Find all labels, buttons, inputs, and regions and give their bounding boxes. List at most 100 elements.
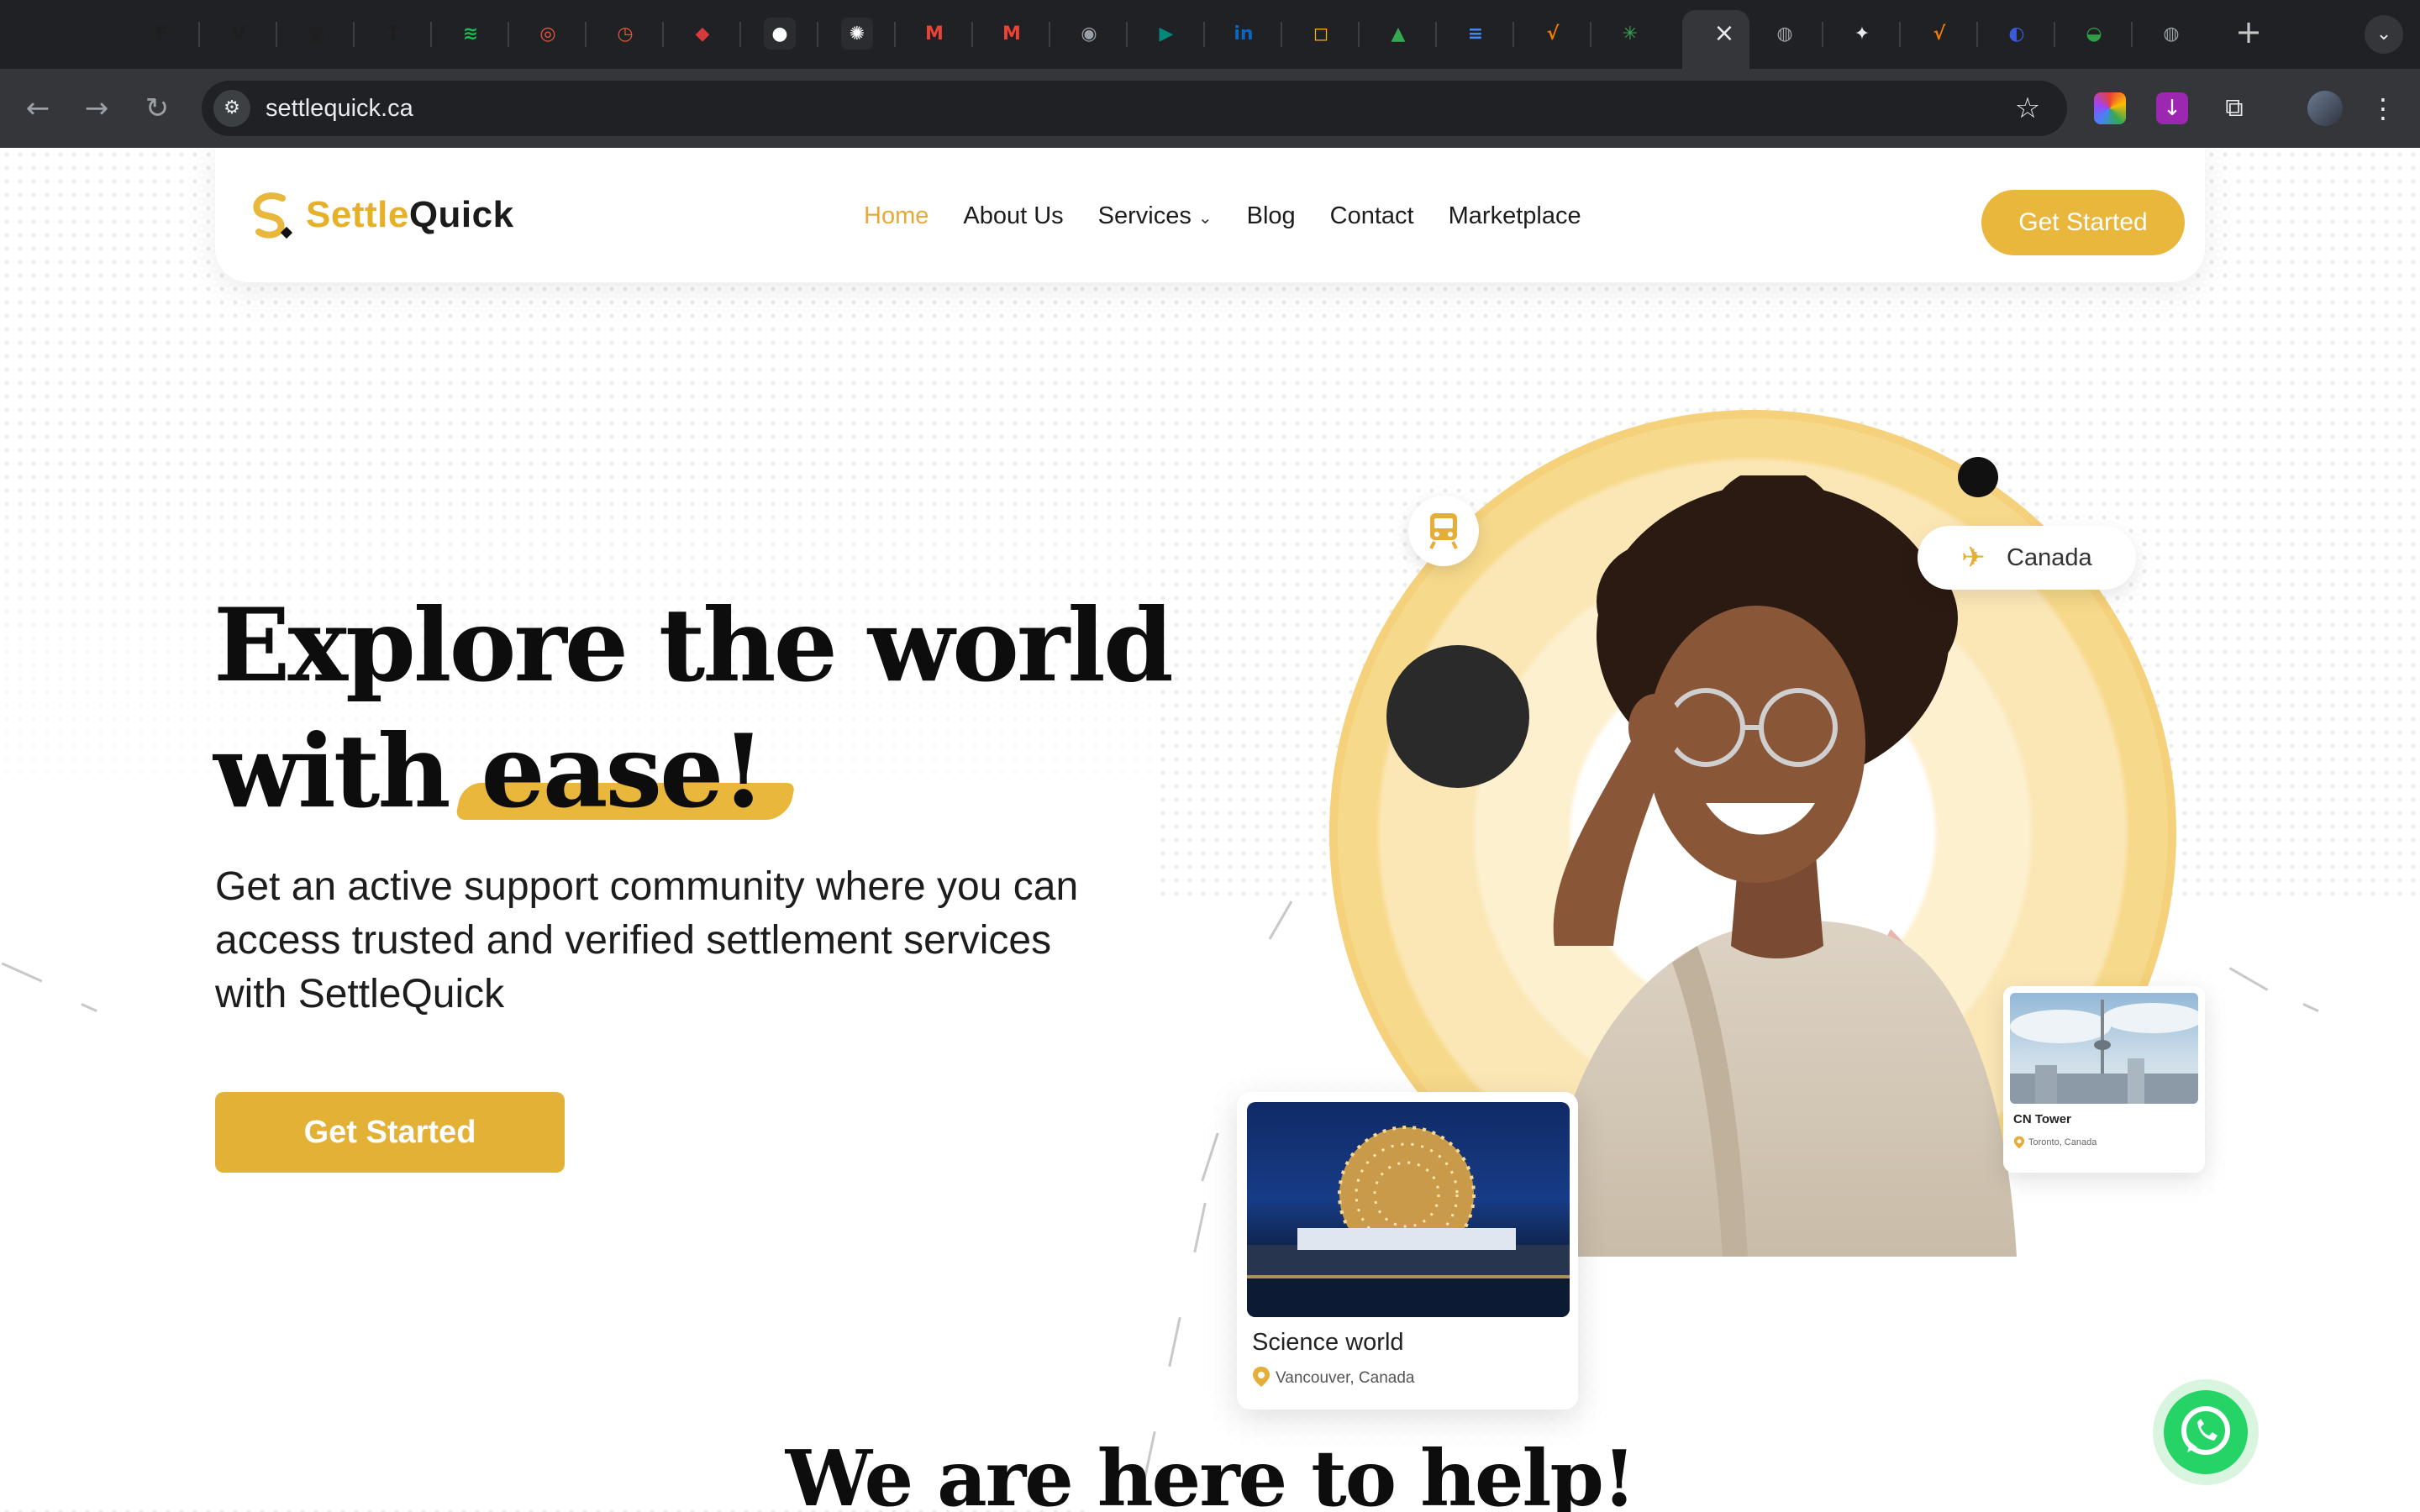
address-bar[interactable]: ⚙ settlequick.ca ☆ — [202, 81, 2067, 136]
tab-separator — [1822, 22, 1823, 47]
destination-label: Canada — [2007, 544, 2092, 571]
globe-icon[interactable]: ◍ — [1769, 18, 1801, 50]
shield-app-icon[interactable]: ◆ — [687, 18, 718, 50]
green-app-icon[interactable]: ◒ — [2078, 18, 2110, 50]
tab-separator — [1203, 22, 1205, 47]
google-meet-icon[interactable]: ▶ — [1150, 18, 1182, 50]
nav-services-label: Services — [1097, 202, 1192, 229]
cn-tower-title: CN Tower — [2013, 1112, 2071, 1126]
asterisk-icon[interactable]: ✳ — [1614, 18, 1646, 50]
science-world-location: Vancouver, Canada — [1276, 1369, 1415, 1387]
v-logo-icon[interactable]: √ — [1537, 18, 1569, 50]
tradingview-icon[interactable]: T — [377, 18, 409, 50]
vue-icon[interactable]: V — [223, 18, 255, 50]
airplane-icon: ✈ — [1961, 541, 1986, 575]
profile-avatar[interactable] — [2307, 91, 2343, 126]
settlequick-logo[interactable]: SettleQuick — [249, 188, 514, 242]
nav-blog[interactable]: Blog — [1247, 202, 1296, 230]
nav-services[interactable]: Services ⌄ — [1098, 202, 1213, 230]
science-world-image — [1247, 1102, 1570, 1317]
tab-separator — [198, 22, 200, 47]
back-icon[interactable]: ← — [17, 87, 59, 129]
chatgpt-icon[interactable]: ✺ — [841, 18, 873, 50]
tab-separator — [276, 22, 277, 47]
stopwatch-icon[interactable]: ◷ — [609, 18, 641, 50]
web-page: SettleQuick Home About Us Services ⌄ Blog… — [0, 148, 2420, 1512]
location-pin-icon — [1253, 1367, 1270, 1387]
tab-separator — [1126, 22, 1128, 47]
tab-separator — [2131, 22, 2133, 47]
download-extension-icon[interactable]: ↓ — [2156, 92, 2188, 124]
whatsapp-chat-button[interactable] — [2153, 1379, 2259, 1485]
tab-separator — [1590, 22, 1591, 47]
bookmark-star-icon[interactable]: ☆ — [2008, 89, 2047, 128]
hero-get-started-button[interactable]: Get Started — [215, 1092, 565, 1173]
destination-badge: ✈ Canada — [1918, 526, 2136, 590]
cn-tower-card[interactable]: CN Tower Toronto, Canada — [2003, 986, 2205, 1173]
train-badge — [1408, 496, 1479, 566]
tab-separator — [817, 22, 818, 47]
gmail-icon[interactable]: M — [918, 18, 950, 50]
whatsapp-icon — [2181, 1406, 2230, 1455]
target-icon[interactable]: ◎ — [532, 18, 564, 50]
nav-marketplace[interactable]: Marketplace — [1449, 202, 1581, 230]
tab-separator — [1435, 22, 1437, 47]
nav-about-us[interactable]: About Us — [963, 202, 1063, 230]
chrome-menu-icon[interactable]: ⋮ — [2368, 89, 2398, 128]
sparkle-icon[interactable]: ✦ — [1846, 18, 1878, 50]
science-world-title: Science world — [1252, 1329, 1404, 1356]
whatsapp-button-circle — [2164, 1390, 2248, 1474]
tab-separator — [894, 22, 896, 47]
header-get-started-button[interactable]: Get Started — [1981, 190, 2185, 255]
tab-separator — [1049, 22, 1050, 47]
site-settings-icon[interactable]: ⚙ — [213, 90, 250, 127]
github-icon[interactable]: ● — [764, 18, 796, 50]
browser-chrome: × + ⌄ F V ▣ T ≋ ◎ ◷ ◆ ● ✺ M M ◉ ▶ in ◻ ▲ ≡ √ ✳ ◍ ✦ √ ◐ ◒ ◍ ← → ↻ … — [0, 0, 2420, 148]
close-tab-icon[interactable]: × — [1711, 18, 1738, 49]
tab-separator — [585, 22, 587, 47]
camera-icon[interactable]: ▣ — [300, 18, 332, 50]
browser-toolbar: ← → ↻ ⚙ settlequick.ca ☆ ↓ ⧉ ⋮ — [0, 69, 2420, 148]
tab-strip: × + ⌄ F V ▣ T ≋ ◎ ◷ ◆ ● ✺ M M ◉ ▶ in ◻ ▲ ≡ √ ✳ ◍ ✦ √ ◐ ◒ ◍ — [0, 0, 2420, 69]
help-section-title: We are here to help! — [785, 1433, 1636, 1512]
gmail-icon[interactable]: M — [996, 18, 1028, 50]
globe-icon[interactable]: ◍ — [2155, 18, 2187, 50]
tab-separator — [1358, 22, 1360, 47]
figma-icon[interactable]: F — [145, 18, 177, 50]
train-icon — [1429, 513, 1458, 549]
linkedin-icon[interactable]: in — [1228, 18, 1260, 50]
spotify-icon[interactable]: ≋ — [455, 18, 487, 50]
chat-bubble-icon[interactable]: ◻ — [1305, 18, 1337, 50]
tab-separator — [2054, 22, 2055, 47]
tab-separator — [1281, 22, 1282, 47]
tab-separator — [1899, 22, 1901, 47]
nav-contact[interactable]: Contact — [1330, 202, 1414, 230]
logo-mark-icon — [253, 192, 293, 239]
tab-separator — [430, 22, 432, 47]
chrome-icon[interactable]: ◉ — [1073, 18, 1105, 50]
tab-search-button[interactable]: ⌄ — [2365, 15, 2403, 54]
hero-title-highlight: ease! — [455, 709, 796, 835]
hero-title-line2: with ease! — [213, 709, 1222, 835]
hero-title-line1: Explore the world — [213, 586, 1174, 705]
extensions-puzzle-icon[interactable]: ⧉ — [2218, 92, 2250, 124]
blue-app-icon[interactable]: ◐ — [2001, 18, 2033, 50]
main-nav: Home About Us Services ⌄ Blog Contact Mar… — [864, 195, 1616, 237]
hero-title-ease: ease! — [481, 712, 765, 831]
chevron-down-icon: ⌄ — [1197, 207, 1213, 228]
forward-icon[interactable]: → — [76, 87, 118, 129]
hero-subtitle: Get an active support community where yo… — [215, 864, 1079, 1016]
google-drive-icon[interactable]: ▲ — [1382, 18, 1414, 50]
google-docs-icon[interactable]: ≡ — [1460, 18, 1491, 50]
cn-tower-location: Toronto, Canada — [2028, 1137, 2097, 1147]
v-logo-icon[interactable]: √ — [1923, 18, 1955, 50]
url-text[interactable]: settlequick.ca — [266, 81, 413, 136]
tab-separator — [353, 22, 355, 47]
nav-home[interactable]: Home — [864, 202, 929, 230]
science-world-card[interactable]: Science world Vancouver, Canada — [1237, 1092, 1578, 1410]
hero-title: Explore the world with ease! — [213, 583, 1222, 835]
reload-icon[interactable]: ↻ — [136, 87, 178, 129]
new-tab-button[interactable]: + — [2232, 13, 2265, 50]
tab-separator — [1512, 22, 1514, 47]
color-picker-extension-icon[interactable] — [2094, 92, 2126, 124]
